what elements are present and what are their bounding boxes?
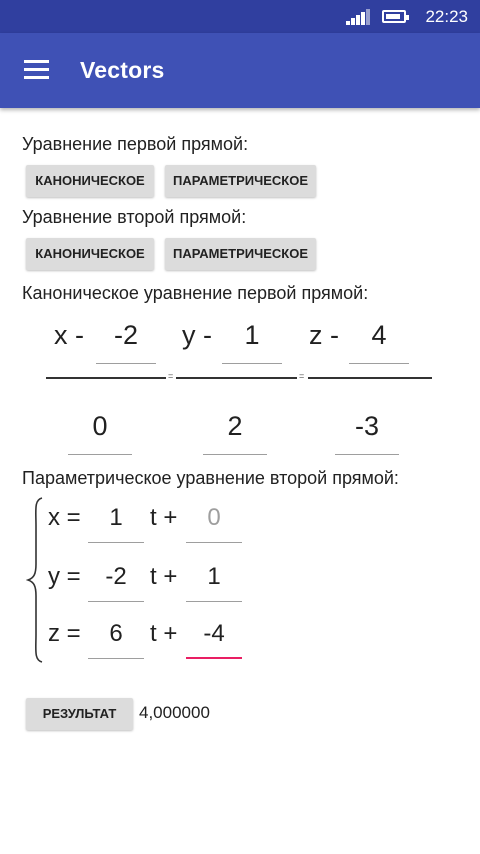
result-value: 4,000000 bbox=[139, 703, 210, 722]
y-t-plus-label: t + bbox=[150, 563, 178, 590]
z0-input[interactable]: 4 bbox=[349, 320, 409, 351]
z-minus-label: z - bbox=[309, 320, 339, 350]
equals-sign-1: = bbox=[168, 371, 174, 381]
z0-underline bbox=[349, 363, 409, 364]
parametric-label: Параметрическое уравнение второй прямой: bbox=[22, 468, 399, 488]
x-minus-label: x - bbox=[54, 320, 84, 350]
line2-canonical-button[interactable]: КАНОНИЧЕСКОЕ bbox=[26, 238, 154, 270]
z-equals-label: z = bbox=[48, 620, 81, 647]
x-const-input[interactable]: 0 bbox=[186, 504, 242, 532]
z-t-plus-label: t + bbox=[150, 620, 178, 647]
a-underline bbox=[68, 454, 132, 455]
fraction-line-x bbox=[46, 377, 166, 379]
y-const-input[interactable]: 1 bbox=[186, 563, 242, 591]
c-input[interactable]: -3 bbox=[335, 411, 399, 442]
x0-input[interactable]: -2 bbox=[96, 320, 156, 351]
line1-label: Уравнение первой прямой: bbox=[22, 134, 249, 154]
x-t-plus-label: t + bbox=[150, 504, 178, 531]
status-bar: 22:23 bbox=[0, 0, 480, 33]
y-coef-input[interactable]: -2 bbox=[88, 563, 144, 591]
line2-label: Уравнение второй прямой: bbox=[22, 207, 247, 227]
x-coef-input[interactable]: 1 bbox=[88, 504, 144, 532]
b-input[interactable]: 2 bbox=[203, 411, 267, 442]
y-equals-label: y = bbox=[48, 563, 81, 590]
line2-parametric-button[interactable]: ПАРАМЕТРИЧЕСКОЕ bbox=[165, 238, 316, 270]
result-button[interactable]: РЕЗУЛЬТАТ bbox=[26, 698, 133, 730]
clock: 22:23 bbox=[425, 7, 468, 26]
y0-underline bbox=[222, 363, 282, 364]
z-const-input[interactable]: -4 bbox=[186, 620, 242, 648]
equals-sign-2: = bbox=[299, 371, 305, 381]
z-coef-input[interactable]: 6 bbox=[88, 620, 144, 648]
c-underline bbox=[335, 454, 399, 455]
y-const-underline bbox=[186, 601, 242, 602]
z-coef-underline bbox=[88, 658, 144, 659]
x-coef-underline bbox=[88, 542, 144, 543]
y-minus-label: y - bbox=[182, 320, 212, 350]
x0-underline bbox=[96, 363, 156, 364]
app-bar: Vectors bbox=[0, 33, 480, 108]
z-const-underline-focused bbox=[186, 657, 242, 659]
app-title: Vectors bbox=[80, 57, 165, 83]
y0-input[interactable]: 1 bbox=[222, 320, 282, 351]
battery-icon bbox=[382, 10, 409, 23]
canonical-label: Каноническое уравнение первой прямой: bbox=[22, 283, 369, 303]
x-const-underline bbox=[186, 542, 242, 543]
menu-icon[interactable] bbox=[24, 60, 50, 80]
line1-parametric-button[interactable]: ПАРАМЕТРИЧЕСКОЕ bbox=[165, 165, 316, 197]
fraction-line-z bbox=[308, 377, 432, 379]
y-coef-underline bbox=[88, 601, 144, 602]
a-input[interactable]: 0 bbox=[68, 411, 132, 442]
curly-brace-icon bbox=[26, 497, 43, 663]
fraction-line-y bbox=[176, 377, 297, 379]
b-underline bbox=[203, 454, 267, 455]
x-equals-label: x = bbox=[48, 504, 81, 531]
line1-canonical-button[interactable]: КАНОНИЧЕСКОЕ bbox=[26, 165, 154, 197]
signal-icon bbox=[346, 9, 370, 25]
